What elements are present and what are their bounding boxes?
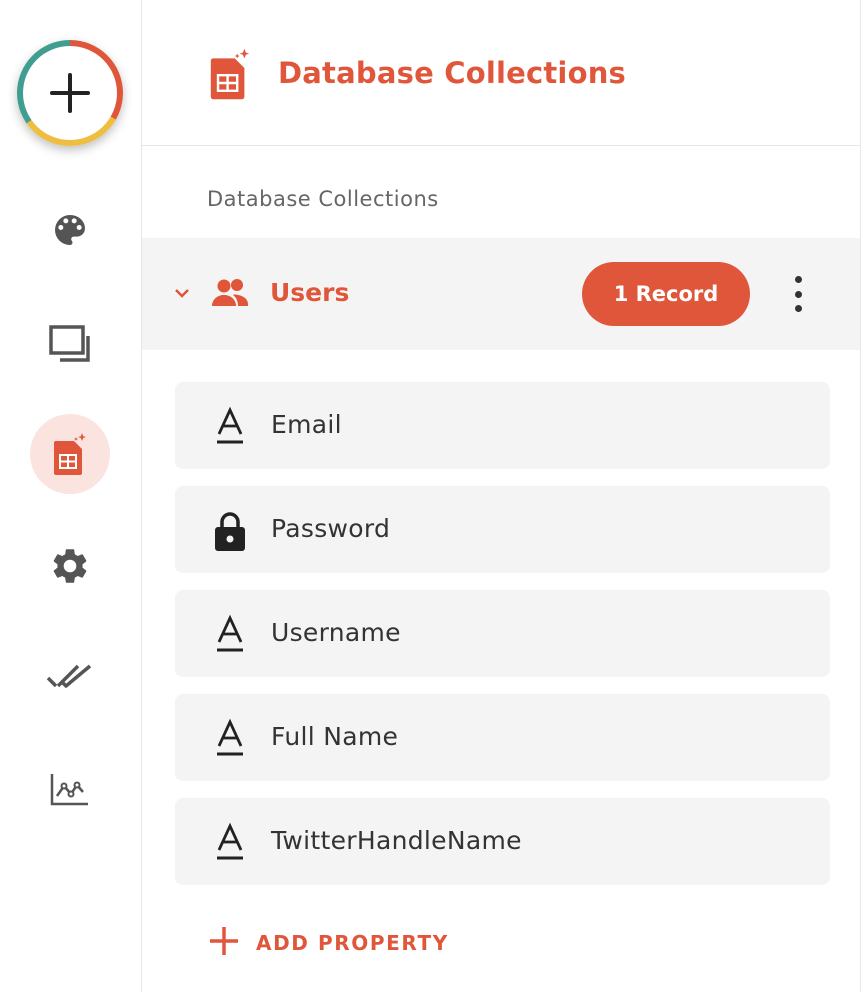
property-label: TwitterHandleName [271,826,522,855]
adjacent-panel-edge [860,0,866,992]
chevron-down-icon[interactable] [172,283,192,303]
section-label: Database Collections [207,187,439,211]
database-icon[interactable] [30,414,110,494]
property-row[interactable]: Username [175,590,830,677]
add-button[interactable] [17,40,123,146]
collection-row-users[interactable]: Users 1 Record [142,238,860,350]
add-property-label: ADD PROPERTY [256,931,449,955]
property-label: Full Name [271,722,399,751]
property-row[interactable]: TwitterHandleName [175,798,830,885]
lock-icon [213,510,247,551]
palette-icon[interactable] [30,190,110,270]
property-row[interactable]: Full Name [175,694,830,781]
add-property-button[interactable]: ADD PROPERTY [208,926,449,960]
collection-name: Users [270,278,350,307]
property-row[interactable]: Password [175,486,830,573]
text-field-icon [213,718,247,758]
screens-icon[interactable] [30,304,110,384]
add-icon [23,46,117,140]
record-count-badge[interactable]: 1 Record [582,262,750,326]
text-field-icon [213,406,247,446]
property-row[interactable]: Email [175,382,830,469]
gear-icon[interactable] [30,526,110,606]
property-label: Username [271,618,401,647]
left-rail [0,0,142,992]
page-header: Database Collections [142,0,860,146]
plus-icon [208,925,240,961]
text-field-icon [213,614,247,654]
more-options-icon[interactable] [786,276,810,312]
property-label: Email [271,410,342,439]
users-icon [210,276,250,308]
property-label: Password [271,514,391,543]
checkmarks-icon[interactable] [30,638,110,718]
database-collections-icon [206,46,254,102]
text-field-icon [213,822,247,862]
page-title: Database Collections [278,56,627,90]
analytics-icon[interactable] [30,750,110,830]
